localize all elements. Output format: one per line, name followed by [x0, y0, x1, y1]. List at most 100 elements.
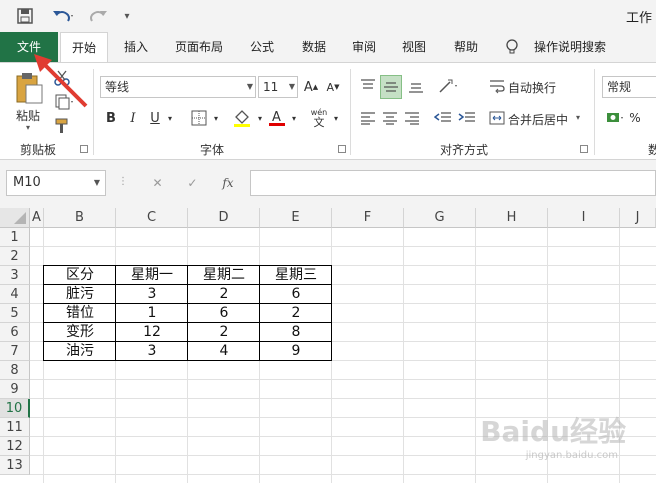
row-header-4[interactable]: 4 [0, 285, 30, 304]
wrap-text-label[interactable]: 自动换行 [508, 79, 556, 96]
name-box[interactable]: M10 ▼ [6, 170, 106, 196]
borders-icon[interactable] [188, 107, 210, 129]
tab-data[interactable]: 数据 [292, 32, 336, 62]
number-format-select[interactable]: 常规 [602, 76, 656, 98]
font-color-dropdown-icon[interactable]: ▾ [288, 107, 300, 129]
table-cell[interactable]: 6 [260, 285, 332, 304]
italic-button[interactable]: I [124, 107, 142, 129]
row-header-3[interactable]: 3 [0, 266, 30, 285]
alignment-launcher-icon[interactable] [580, 145, 588, 153]
customize-icon[interactable]: ▾ [120, 6, 134, 26]
tab-view[interactable]: 视图 [392, 32, 436, 62]
font-size-select[interactable]: 11 ▼ [258, 76, 298, 98]
row-header-6[interactable]: 6 [0, 323, 30, 342]
row-header-1[interactable]: 1 [0, 228, 30, 247]
formula-input[interactable] [250, 170, 656, 196]
phonetic-icon[interactable]: wén 文 [308, 105, 330, 131]
table-cell[interactable]: 3 [116, 285, 188, 304]
align-bottom-icon[interactable] [406, 75, 426, 97]
bold-button[interactable]: B [102, 107, 120, 129]
tab-formulas[interactable]: 公式 [240, 32, 284, 62]
redo-icon[interactable] [84, 6, 114, 26]
row-header-2[interactable]: 2 [0, 247, 30, 266]
tell-me-search[interactable]: 操作说明搜索 [528, 32, 612, 62]
table-cell[interactable]: 脏污 [44, 285, 116, 304]
insert-function-icon[interactable]: fx [222, 176, 233, 190]
tab-home[interactable]: 开始 [60, 32, 108, 63]
tab-help[interactable]: 帮助 [444, 32, 488, 62]
align-middle-icon[interactable] [380, 75, 402, 99]
copy-icon[interactable] [52, 93, 78, 111]
borders-dropdown-icon[interactable]: ▾ [210, 107, 222, 129]
row-header-7[interactable]: 7 [0, 342, 30, 361]
table-cell[interactable]: 2 [188, 285, 260, 304]
fill-color-dropdown-icon[interactable]: ▾ [254, 107, 266, 129]
column-header-f[interactable]: F [332, 208, 404, 228]
font-name-select[interactable]: 等线 ▼ [100, 76, 256, 98]
tab-page-layout[interactable]: 页面布局 [166, 32, 232, 62]
format-painter-icon[interactable] [52, 117, 72, 135]
row-header-9[interactable]: 9 [0, 380, 30, 399]
align-center-icon[interactable] [380, 107, 400, 129]
table-cell[interactable]: 12 [116, 323, 188, 342]
table-cell[interactable]: 3 [116, 342, 188, 361]
column-header-d[interactable]: D [188, 208, 260, 228]
cut-icon[interactable] [52, 69, 72, 87]
table-cell[interactable]: 1 [116, 304, 188, 323]
paste-dropdown-icon[interactable]: ▾ [26, 123, 30, 132]
tab-review[interactable]: 审阅 [342, 32, 386, 62]
table-cell[interactable]: 6 [188, 304, 260, 323]
table-cell[interactable]: 油污 [44, 342, 116, 361]
decrease-indent-icon[interactable] [432, 107, 454, 129]
table-header-cell[interactable]: 星期一 [116, 266, 188, 285]
table-cell[interactable]: 9 [260, 342, 332, 361]
orientation-icon[interactable] [436, 75, 462, 97]
enter-icon[interactable]: ✓ [187, 176, 197, 190]
row-header-12[interactable]: 12 [0, 437, 30, 456]
align-left-icon[interactable] [358, 107, 378, 129]
row-header-13[interactable]: 13 [0, 456, 30, 475]
accounting-format-icon[interactable] [604, 107, 628, 129]
paste-icon[interactable] [12, 69, 46, 107]
table-cell[interactable]: 4 [188, 342, 260, 361]
merge-center-label[interactable]: 合并后居中 [508, 111, 568, 128]
align-right-icon[interactable] [402, 107, 422, 129]
paste-label[interactable]: 粘贴 [16, 107, 40, 124]
table-header-cell[interactable]: 星期二 [188, 266, 260, 285]
phonetic-dropdown-icon[interactable]: ▾ [330, 107, 342, 129]
column-header-i[interactable]: I [548, 208, 620, 228]
column-header-a[interactable]: A [30, 208, 44, 228]
table-cell[interactable]: 2 [188, 323, 260, 342]
formula-bar-handle-icon[interactable]: ⋮ [118, 176, 128, 187]
select-all-corner[interactable] [0, 208, 30, 228]
row-header-5[interactable]: 5 [0, 304, 30, 323]
row-header-8[interactable]: 8 [0, 361, 30, 380]
column-header-c[interactable]: C [116, 208, 188, 228]
cancel-icon[interactable]: ✕ [152, 176, 162, 190]
undo-icon[interactable] [48, 6, 78, 26]
decrease-font-icon[interactable]: A ▼ [324, 77, 342, 97]
save-icon[interactable] [14, 6, 36, 26]
align-top-icon[interactable] [358, 75, 378, 97]
clipboard-launcher-icon[interactable] [80, 145, 88, 153]
fill-color-icon[interactable] [230, 107, 254, 129]
table-cell[interactable]: 变形 [44, 323, 116, 342]
wrap-text-icon[interactable] [488, 75, 506, 97]
merge-center-icon[interactable] [488, 107, 506, 129]
column-header-e[interactable]: E [260, 208, 332, 228]
merge-dropdown-icon[interactable]: ▾ [576, 113, 580, 122]
percent-button[interactable]: % [628, 107, 642, 129]
column-header-j[interactable]: J [620, 208, 656, 228]
table-cell[interactable]: 8 [260, 323, 332, 342]
increase-indent-icon[interactable] [456, 107, 478, 129]
column-header-b[interactable]: B [44, 208, 116, 228]
row-header-11[interactable]: 11 [0, 418, 30, 437]
increase-font-icon[interactable]: A ▲ [302, 77, 320, 97]
table-cell[interactable]: 错位 [44, 304, 116, 323]
tab-file[interactable]: 文件 [0, 32, 58, 62]
font-color-icon[interactable]: A [266, 107, 288, 129]
column-header-h[interactable]: H [476, 208, 548, 228]
underline-button[interactable]: U [146, 107, 164, 129]
table-header-cell[interactable]: 星期三 [260, 266, 332, 285]
table-cell[interactable]: 2 [260, 304, 332, 323]
